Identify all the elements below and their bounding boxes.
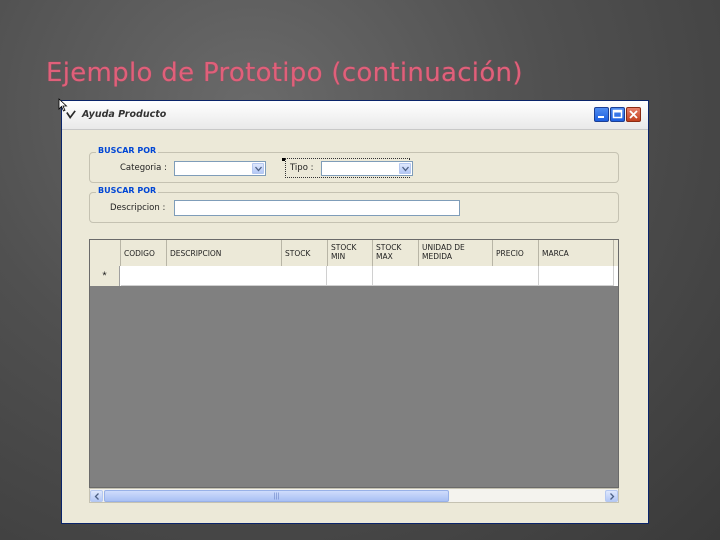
category-dropdown-button[interactable] <box>252 163 264 174</box>
maximize-icon <box>612 109 623 119</box>
grid-cell[interactable] <box>373 266 539 286</box>
chevron-down-icon <box>255 166 262 172</box>
new-row-marker: * <box>90 266 120 286</box>
minimize-button[interactable] <box>594 107 609 122</box>
close-button[interactable] <box>626 107 641 122</box>
type-select[interactable] <box>321 161 413 176</box>
window-titlebar[interactable]: Ayuda Producto <box>62 101 648 130</box>
column-header-codigo[interactable]: CODIGO <box>121 240 167 266</box>
type-label: Tipo : <box>290 163 314 173</box>
horizontal-scrollbar[interactable]: ||| <box>89 488 619 503</box>
scroll-right-button[interactable] <box>605 490 618 502</box>
grip-icon: ||| <box>273 493 280 500</box>
column-header-descripcion[interactable]: DESCRIPCION <box>167 240 282 266</box>
maximize-button[interactable] <box>610 107 625 122</box>
column-header-marca[interactable]: MARCA <box>539 240 614 266</box>
window-title: Ayuda Producto <box>82 109 167 120</box>
grid-header: CODIGO DESCRIPCION STOCK STOCK MIN STOCK… <box>90 240 618 267</box>
scroll-left-button[interactable] <box>90 490 103 502</box>
chevron-down-icon <box>402 166 409 172</box>
group-title: BUSCAR POR <box>96 146 159 155</box>
grid-cell[interactable] <box>121 266 327 286</box>
mouse-pointer-icon <box>58 98 68 112</box>
column-header-unidad-de-medida[interactable]: UNIDAD DE MEDIDA <box>419 240 493 266</box>
category-select[interactable] <box>174 161 266 176</box>
group-title: BUSCAR POR <box>96 186 159 195</box>
ayuda-producto-window: Ayuda Producto BUSCAR POR Categoria : Ti… <box>61 100 649 524</box>
description-label: Descripcion : <box>110 203 166 213</box>
type-dropdown-button[interactable] <box>399 163 411 174</box>
slide-title: Ejemplo de Prototipo (continuación) <box>46 58 523 88</box>
search-by-category-group: BUSCAR POR Categoria : Tipo : <box>89 146 619 183</box>
search-by-description-group: BUSCAR POR Descripcion : <box>89 186 619 223</box>
description-input[interactable] <box>174 200 460 216</box>
grid-cell[interactable] <box>539 266 614 286</box>
chevron-left-icon <box>94 493 99 500</box>
product-data-grid[interactable]: CODIGO DESCRIPCION STOCK STOCK MIN STOCK… <box>89 239 619 488</box>
minimize-icon <box>598 116 604 118</box>
grid-corner-cell <box>90 240 121 266</box>
category-label: Categoria : <box>120 163 167 173</box>
grid-cell[interactable] <box>327 266 373 286</box>
scroll-thumb[interactable]: ||| <box>104 490 449 502</box>
column-header-stock-min[interactable]: STOCK MIN <box>328 240 373 266</box>
column-header-stock[interactable]: STOCK <box>282 240 328 266</box>
column-header-stock-max[interactable]: STOCK MAX <box>373 240 419 266</box>
grid-new-row[interactable]: * <box>90 266 618 286</box>
column-header-precio[interactable]: PRECIO <box>493 240 539 266</box>
close-icon <box>629 110 638 119</box>
chevron-right-icon <box>610 493 615 500</box>
